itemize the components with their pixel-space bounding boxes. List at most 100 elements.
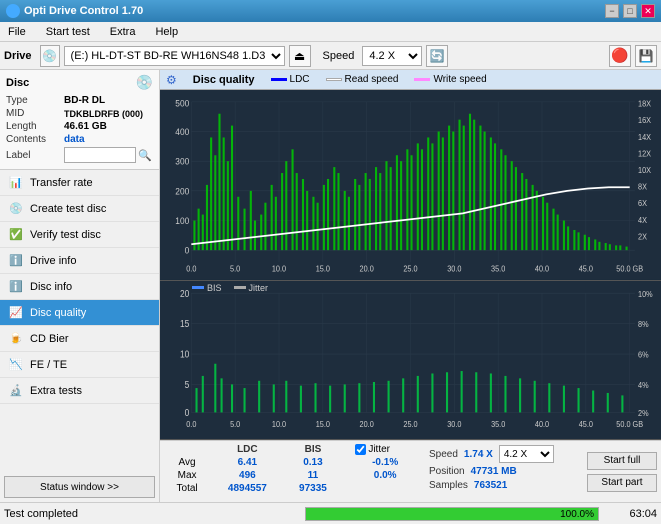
svg-text:10.0: 10.0 bbox=[272, 264, 287, 274]
svg-text:18X: 18X bbox=[638, 99, 652, 109]
disc-panel-icon: 💿 bbox=[136, 74, 153, 91]
label-browse-icon[interactable]: 🔍 bbox=[138, 149, 152, 162]
speed-select-stats[interactable]: 4.2 X bbox=[499, 445, 554, 463]
nav-transfer-rate-label: Transfer rate bbox=[30, 177, 93, 189]
jitter-checkbox-label: Jitter bbox=[368, 444, 390, 455]
svg-text:4%: 4% bbox=[638, 380, 649, 390]
jitter-checkbox[interactable] bbox=[355, 444, 366, 455]
verify-test-disc-icon: ✅ bbox=[8, 227, 24, 243]
disc-quality-icon: 📈 bbox=[8, 305, 24, 321]
svg-text:0.0: 0.0 bbox=[186, 264, 197, 274]
svg-text:10: 10 bbox=[180, 349, 189, 360]
progress-text: 100.0% bbox=[560, 509, 594, 520]
charts-container: 500 400 300 200 100 0 18X 16X 14X 12X 10… bbox=[160, 90, 661, 440]
svg-text:10.0: 10.0 bbox=[272, 419, 287, 429]
position-value: 47731 MB bbox=[471, 466, 517, 477]
nav-extra-tests-label: Extra tests bbox=[30, 385, 82, 397]
svg-text:45.0: 45.0 bbox=[579, 264, 594, 274]
length-label: Length bbox=[6, 121, 64, 132]
svg-text:8%: 8% bbox=[638, 320, 649, 330]
samples-label: Samples bbox=[429, 480, 468, 491]
nav-drive-info-label: Drive info bbox=[30, 255, 76, 267]
type-value: BD-R DL bbox=[64, 95, 105, 106]
nav-cd-bier[interactable]: 🍺 CD Bier bbox=[0, 326, 159, 352]
svg-text:16X: 16X bbox=[638, 116, 652, 126]
svg-text:20.0: 20.0 bbox=[360, 419, 375, 429]
disc-panel-title: Disc bbox=[6, 77, 29, 89]
status-window-button[interactable]: Status window >> bbox=[4, 476, 155, 498]
menu-help[interactable]: Help bbox=[151, 24, 182, 40]
svg-text:25.0: 25.0 bbox=[403, 264, 418, 274]
drive-select[interactable]: (E:) HL-DT-ST BD-RE WH16NS48 1.D3 bbox=[64, 46, 285, 66]
speed-select[interactable]: 4.2 X bbox=[362, 46, 422, 66]
max-label: Max bbox=[164, 469, 210, 482]
svg-text:5.0: 5.0 bbox=[230, 419, 241, 429]
upper-chart-svg: 500 400 300 200 100 0 18X 16X 14X 12X 10… bbox=[160, 90, 661, 280]
svg-text:45.0: 45.0 bbox=[579, 419, 594, 429]
read-speed-color bbox=[326, 78, 342, 81]
svg-text:8X: 8X bbox=[638, 182, 648, 192]
svg-text:50.0 GB: 50.0 GB bbox=[616, 264, 643, 274]
app-title: Opti Drive Control 1.70 bbox=[24, 5, 143, 17]
drive-info-icon: ℹ️ bbox=[8, 253, 24, 269]
nav-extra-tests[interactable]: 🔬 Extra tests bbox=[0, 378, 159, 404]
svg-text:6%: 6% bbox=[638, 350, 649, 360]
svg-text:15: 15 bbox=[180, 318, 189, 329]
start-full-button[interactable]: Start full bbox=[587, 452, 657, 470]
stats-table: LDC BIS Jitter Avg 6.41 0.13 bbox=[160, 441, 423, 502]
svg-text:35.0: 35.0 bbox=[491, 419, 506, 429]
chart-title: Disc quality bbox=[193, 74, 255, 86]
svg-text:200: 200 bbox=[175, 186, 189, 197]
close-button[interactable]: ✕ bbox=[641, 4, 655, 18]
disc-info-icon: ℹ️ bbox=[8, 279, 24, 295]
sidebar-nav: 📊 Transfer rate 💿 Create test disc ✅ Ver… bbox=[0, 170, 159, 472]
svg-text:10X: 10X bbox=[638, 166, 652, 176]
max-jitter: 0.0% bbox=[351, 469, 419, 482]
legend-write-speed: Write speed bbox=[414, 74, 486, 85]
nav-disc-info-label: Disc info bbox=[30, 281, 72, 293]
refresh-button[interactable]: 🔄 bbox=[426, 45, 448, 67]
start-part-button[interactable]: Start part bbox=[587, 474, 657, 492]
svg-text:2X: 2X bbox=[638, 232, 648, 242]
avg-bis: 0.13 bbox=[285, 456, 342, 469]
nav-verify-test-disc[interactable]: ✅ Verify test disc bbox=[0, 222, 159, 248]
svg-text:12X: 12X bbox=[638, 149, 652, 159]
label-input[interactable] bbox=[64, 147, 136, 163]
nav-fe-te[interactable]: 📉 FE / TE bbox=[0, 352, 159, 378]
svg-text:0: 0 bbox=[185, 245, 190, 256]
nav-disc-quality-label: Disc quality bbox=[30, 307, 86, 319]
nav-disc-quality[interactable]: 📈 Disc quality bbox=[0, 300, 159, 326]
maximize-button[interactable]: □ bbox=[623, 4, 637, 18]
nav-create-test-disc[interactable]: 💿 Create test disc bbox=[0, 196, 159, 222]
nav-disc-info[interactable]: ℹ️ Disc info bbox=[0, 274, 159, 300]
svg-text:40.0: 40.0 bbox=[535, 264, 550, 274]
menubar: File Start test Extra Help bbox=[0, 22, 661, 42]
menu-file[interactable]: File bbox=[4, 24, 30, 40]
svg-text:15.0: 15.0 bbox=[316, 264, 331, 274]
svg-text:15.0: 15.0 bbox=[316, 419, 331, 429]
eject-button[interactable]: ⏏ bbox=[289, 45, 311, 67]
svg-text:25.0: 25.0 bbox=[403, 419, 418, 429]
menu-extra[interactable]: Extra bbox=[106, 24, 140, 40]
samples-value: 763521 bbox=[474, 480, 507, 491]
nav-cd-bier-label: CD Bier bbox=[30, 333, 69, 345]
create-test-disc-icon: 💿 bbox=[8, 201, 24, 217]
svg-text:300: 300 bbox=[175, 156, 189, 167]
nav-drive-info[interactable]: ℹ️ Drive info bbox=[0, 248, 159, 274]
contents-label: Contents bbox=[6, 134, 64, 145]
svg-text:5.0: 5.0 bbox=[230, 264, 241, 274]
progress-fill bbox=[306, 508, 599, 520]
nav-transfer-rate[interactable]: 📊 Transfer rate bbox=[0, 170, 159, 196]
contents-value: data bbox=[64, 134, 85, 145]
menu-start-test[interactable]: Start test bbox=[42, 24, 94, 40]
save-button[interactable]: 💾 bbox=[635, 45, 657, 67]
mid-value: TDKBLDRFB (000) bbox=[64, 109, 143, 119]
svg-text:14X: 14X bbox=[638, 132, 652, 142]
main-content: ⚙ Disc quality LDC Read speed Write spee… bbox=[160, 70, 661, 502]
start-buttons: Start full Start part bbox=[583, 441, 661, 502]
disc-info-panel: Disc 💿 Type BD-R DL MID TDKBLDRFB (000) … bbox=[0, 70, 159, 170]
minimize-button[interactable]: − bbox=[605, 4, 619, 18]
svg-text:0: 0 bbox=[185, 407, 190, 418]
svg-text:2%: 2% bbox=[638, 408, 649, 418]
avg-ldc: 6.41 bbox=[210, 456, 284, 469]
